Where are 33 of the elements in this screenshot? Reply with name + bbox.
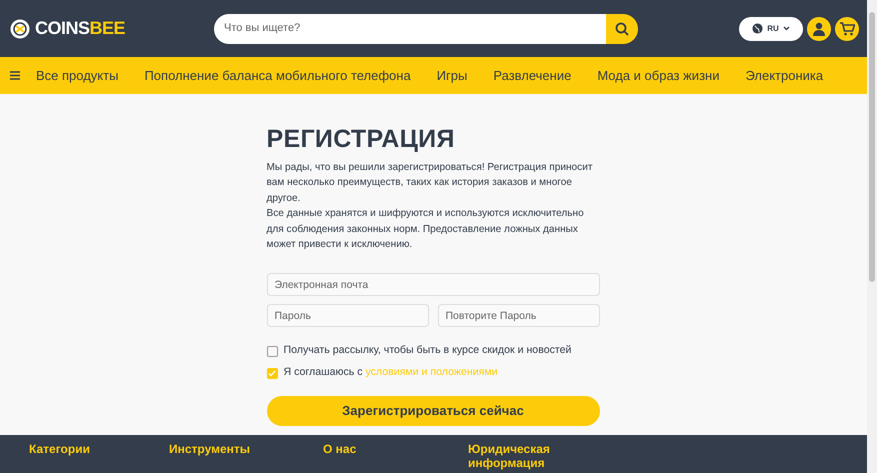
logo-text[interactable]: COINSBEE: [35, 15, 126, 42]
email-field[interactable]: Электронная почта: [266, 273, 600, 296]
intro-text: Все данные хранятся и шифруются и используются исключительно для соблюдения законных норм. Предоставление ложных данных может привести к исключению.: [266, 207, 585, 252]
language-selector[interactable]: RU: [739, 16, 803, 40]
cart-button[interactable]: [835, 16, 859, 40]
intro-text: Мы рады, что вы решили зарегистрироваться! Регистрация приносит вам несколько преимуществ, таких как история заказов и многое другое.: [266, 161, 594, 206]
register-button[interactable]: Зарегистрироваться сейчас: [266, 396, 600, 426]
search-button[interactable]: [606, 14, 638, 44]
account-button[interactable]: [807, 16, 831, 40]
checkbox[interactable]: [266, 346, 278, 357]
page-title: РЕГИСТРАЦИЯ: [266, 124, 456, 154]
coin-logo-icon: [10, 18, 30, 38]
footer-heading: О нас: [323, 442, 356, 456]
repeat-password-field[interactable]: Повторите Пароль: [438, 304, 600, 328]
checkbox-label: Получать рассылку, чтобы быть в курсе скидок и новостей: [284, 343, 572, 358]
nav-link[interactable]: Электроника: [745, 66, 824, 86]
password-field[interactable]: Пароль: [266, 304, 428, 328]
user-icon: [812, 22, 826, 36]
footer-heading: Инструменты: [169, 442, 250, 456]
chevron-down-icon: [782, 26, 790, 31]
search-icon: [615, 22, 629, 36]
nav-link[interactable]: Пополнение баланса мобильного телефона: [144, 66, 411, 86]
checkbox-label: Я соглашаюсь с условиями и положениями: [284, 365, 498, 380]
checkbox[interactable]: [266, 368, 278, 379]
search-field[interactable]: Что вы ищете?: [214, 14, 606, 44]
nav-link[interactable]: Все продукты: [36, 66, 118, 86]
cart-icon: [840, 22, 854, 36]
nav-link[interactable]: Игры: [436, 66, 468, 86]
footer-heading: Категории: [29, 442, 90, 456]
menu-icon[interactable]: [10, 71, 20, 80]
nav-link[interactable]: Мода и образ жизни: [597, 66, 720, 86]
nav-link[interactable]: Развлечение: [493, 66, 572, 86]
footer-heading: Юридическая информация: [468, 442, 551, 470]
